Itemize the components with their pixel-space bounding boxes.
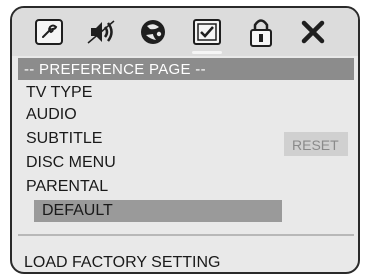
color-palette-icon (141, 20, 165, 44)
tab-general-setup[interactable] (32, 16, 66, 48)
close-icon (301, 20, 325, 44)
menu-item-tv-type[interactable]: TV TYPE (26, 82, 92, 104)
tab-preference-page[interactable] (190, 16, 224, 54)
tab-video-setup[interactable] (136, 16, 170, 48)
tab-audio-setup[interactable] (84, 16, 118, 48)
menu-item-subtitle[interactable]: SUBTITLE (26, 128, 102, 150)
status-description: LOAD FACTORY SETTING (24, 254, 221, 271)
menu-item-default[interactable]: DEFAULT (34, 200, 282, 222)
lock-icon (250, 19, 272, 47)
wrench-icon (35, 19, 63, 45)
setup-icon-bar (12, 8, 358, 56)
tab-password-setup[interactable] (244, 16, 278, 48)
menu-item-parental[interactable]: PARENTAL (26, 176, 108, 198)
reset-option[interactable]: RESET (284, 132, 348, 156)
page-title-bar: -- PREFERENCE PAGE -- (18, 58, 354, 80)
menu-item-disc-menu[interactable]: DISC MENU (26, 152, 116, 174)
menu-item-audio[interactable]: AUDIO (26, 104, 77, 126)
tab-exit[interactable] (296, 16, 330, 48)
status-divider (18, 234, 354, 236)
page-title: -- PREFERENCE PAGE -- (24, 60, 206, 78)
checkbox-icon (193, 19, 221, 45)
dvd-setup-menu: -- PREFERENCE PAGE -- TV TYPE AUDIO SUBT… (10, 6, 360, 274)
speaker-icon (87, 20, 115, 44)
